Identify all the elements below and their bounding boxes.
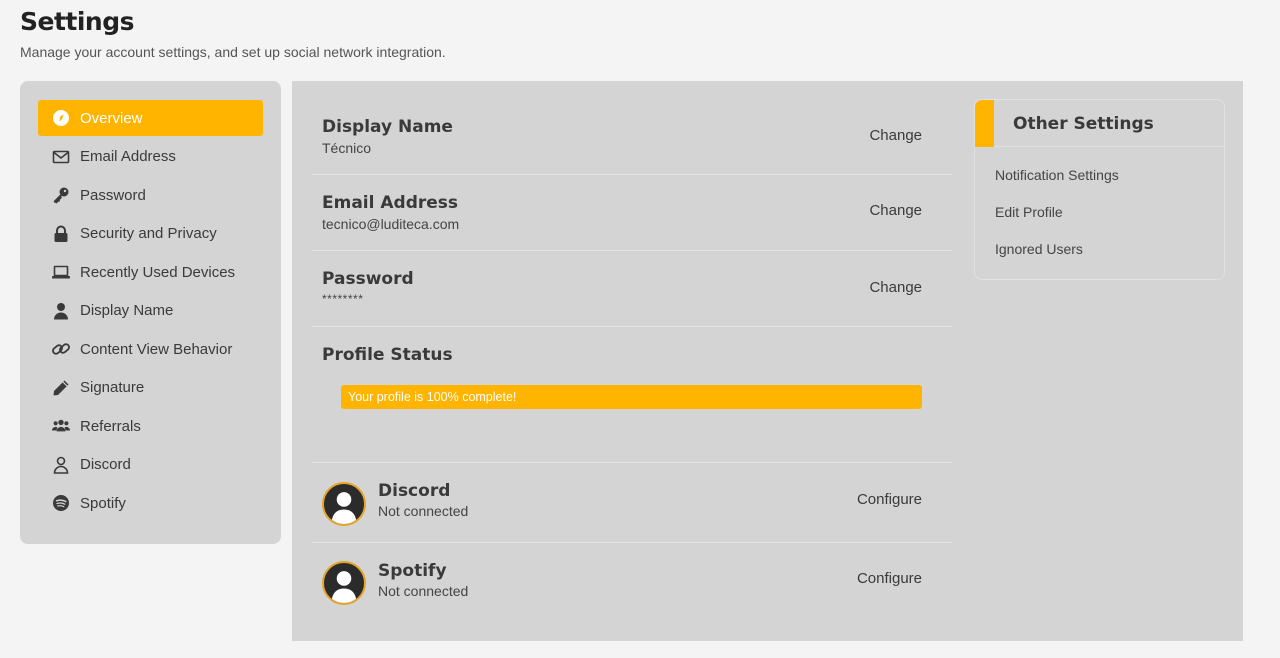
lock-icon — [52, 225, 70, 243]
sidebar-item-label: Security and Privacy — [80, 225, 217, 242]
settings-main-panel: Display Name Técnico Change Email Addres… — [292, 81, 1243, 641]
sidebar-item-label: Signature — [80, 379, 145, 396]
password-value: ******** — [322, 292, 364, 306]
edit-profile-link[interactable]: Edit Profile — [995, 204, 1063, 220]
display-name-value: Técnico — [322, 140, 372, 156]
profile-progress-bar: Your profile is 100% complete! — [341, 385, 922, 409]
ignored-users-link[interactable]: Ignored Users — [995, 241, 1083, 257]
discord-avatar — [322, 482, 366, 526]
change-display-name-button[interactable]: Change — [869, 127, 922, 144]
email-address-section: Email Address tecnico@luditeca.com Chang… — [312, 175, 952, 251]
key-icon — [52, 186, 70, 204]
sidebar-item-signature[interactable]: Signature — [38, 370, 263, 406]
other-settings-accent — [975, 100, 994, 147]
sidebar-item-security-and-privacy[interactable]: Security and Privacy — [38, 216, 263, 252]
laptop-icon — [52, 263, 70, 281]
sidebar-item-label: Password — [80, 186, 146, 204]
sidebar-item-spotify[interactable]: Spotify — [38, 485, 263, 521]
sidebar-item-referrals[interactable]: Referrals — [38, 408, 263, 444]
user-icon — [52, 302, 70, 320]
sidebar-item-display-name[interactable]: Display Name — [38, 293, 263, 329]
spotify-title: Spotify — [378, 561, 447, 581]
profile-progress-fill: Your profile is 100% complete! — [341, 385, 922, 409]
password-title: Password — [322, 269, 414, 289]
sidebar-item-email-address[interactable]: Email Address — [38, 139, 263, 175]
page-subtitle: Manage your account settings, and set up… — [20, 44, 446, 60]
email-address-value: tecnico@luditeca.com — [322, 216, 460, 232]
link-icon — [52, 340, 70, 358]
profile-progress-text: Your profile is 100% complete! — [348, 390, 517, 404]
sidebar-item-label: Spotify — [80, 494, 126, 512]
sidebar-item-label: Overview — [80, 109, 143, 127]
sidebar-item-label: Content View Behavior — [80, 340, 233, 358]
sidebar-item-content-view-behavior[interactable]: Content View Behavior — [38, 331, 263, 367]
discord-status: Not connected — [378, 503, 469, 519]
users-icon — [52, 417, 70, 435]
notification-settings-link[interactable]: Notification Settings — [995, 167, 1119, 183]
discord-title: Discord — [378, 481, 451, 501]
page-title: Settings — [20, 7, 135, 36]
sidebar-item-label: Referrals — [80, 417, 141, 435]
spotify-icon — [52, 494, 70, 512]
envelope-icon — [52, 148, 70, 166]
sidebar-item-label: Recently Used Devices — [80, 263, 236, 281]
compass-icon — [52, 109, 70, 127]
sidebar-item-recently-used-devices[interactable]: Recently Used Devices — [38, 254, 263, 290]
other-settings-title: Other Settings — [1013, 114, 1154, 134]
sidebar-item-label: Display Name — [80, 302, 174, 319]
display-name-title: Display Name — [322, 117, 453, 137]
change-password-button[interactable]: Change — [869, 279, 922, 296]
sidebar: Overview Email Address Password Security… — [20, 81, 281, 544]
other-settings-card: Other Settings Notification Settings Edi… — [974, 99, 1225, 280]
sidebar-item-label: Discord — [80, 456, 131, 473]
pencil-icon — [52, 379, 70, 397]
spotify-avatar — [322, 561, 366, 605]
spotify-status: Not connected — [378, 583, 469, 599]
sidebar-item-label: Email Address — [80, 148, 176, 165]
sidebar-item-discord[interactable]: Discord — [38, 447, 263, 483]
email-address-title: Email Address — [322, 193, 459, 213]
password-section: Password ******** Change — [312, 251, 952, 327]
sidebar-item-password[interactable]: Password — [38, 177, 263, 213]
configure-discord-button[interactable]: Configure — [857, 491, 922, 508]
configure-spotify-button[interactable]: Configure — [857, 570, 922, 587]
profile-status-title: Profile Status — [322, 345, 453, 365]
sidebar-item-overview[interactable]: Overview — [38, 100, 263, 136]
change-email-button[interactable]: Change — [869, 202, 922, 219]
other-settings-header: Other Settings — [975, 100, 1224, 147]
discord-connection-row: Discord Not connected Configure — [312, 463, 952, 543]
user-outline-icon — [52, 456, 70, 474]
display-name-section: Display Name Técnico Change — [312, 99, 952, 175]
spotify-connection-row: Spotify Not connected Configure — [312, 543, 952, 623]
